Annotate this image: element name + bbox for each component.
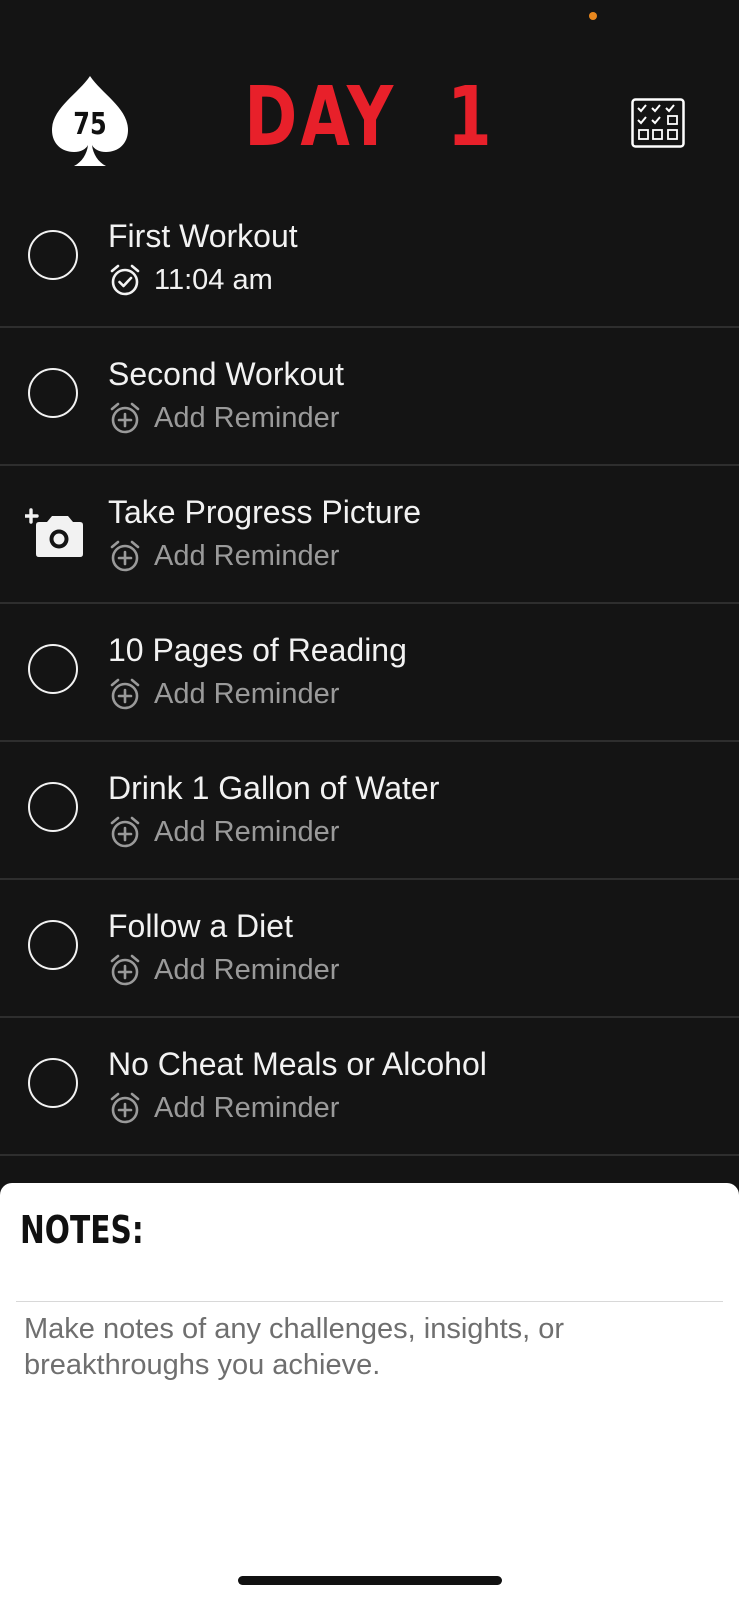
task-checkbox[interactable]: [28, 368, 78, 418]
day-title: DAY 1: [244, 70, 495, 165]
task-row-first-workout[interactable]: First Workout 11:04 am: [0, 190, 739, 328]
task-title: Follow a Diet: [108, 908, 293, 944]
add-reminder-button[interactable]: Add Reminder: [108, 398, 339, 438]
notes-input[interactable]: [24, 1311, 704, 1531]
add-reminder-label: Add Reminder: [154, 678, 340, 710]
status-indicator-dot: [589, 12, 597, 20]
header: 75 DAY 1: [0, 60, 739, 190]
task-row-progress-picture[interactable]: Take Progress Picture Add Reminder: [0, 466, 739, 604]
task-row-water[interactable]: Drink 1 Gallon of Water Add Reminder: [0, 742, 739, 880]
task-checkbox[interactable]: [28, 230, 78, 280]
add-reminder-label: Add Reminder: [154, 402, 340, 434]
add-reminder-label: Add Reminder: [154, 816, 340, 848]
add-reminder-button[interactable]: Add Reminder: [108, 674, 339, 714]
add-reminder-button[interactable]: Add Reminder: [108, 536, 339, 576]
add-reminder-button[interactable]: Add Reminder: [108, 812, 339, 852]
alarm-add-icon: [110, 678, 140, 710]
notes-title: NOTES:: [20, 1208, 144, 1252]
task-reminder[interactable]: 11:04 am: [108, 260, 273, 300]
task-title: 10 Pages of Reading: [108, 632, 407, 668]
task-title: No Cheat Meals or Alcohol: [108, 1046, 487, 1082]
task-title: Second Workout: [108, 356, 344, 392]
alarm-add-icon: [110, 954, 140, 986]
alarm-add-icon: [110, 540, 140, 572]
add-reminder-button[interactable]: Add Reminder: [108, 950, 339, 990]
task-checkbox[interactable]: [28, 920, 78, 970]
add-reminder-label: Add Reminder: [154, 540, 340, 572]
task-checkbox[interactable]: [28, 782, 78, 832]
add-reminder-label: Add Reminder: [154, 1092, 340, 1124]
task-checkbox[interactable]: [28, 644, 78, 694]
calendar-checklist-icon[interactable]: [631, 98, 685, 148]
alarm-add-icon: [110, 816, 140, 848]
task-title: Take Progress Picture: [108, 494, 422, 530]
app-screen: 75 DAY 1 First Workout 11:04 am Second W…: [0, 0, 739, 1600]
home-indicator[interactable]: [238, 1576, 502, 1585]
notes-panel: NOTES:: [0, 1183, 739, 1600]
task-row-second-workout[interactable]: Second Workout Add Reminder: [0, 328, 739, 466]
task-title: Drink 1 Gallon of Water: [108, 770, 440, 806]
alarm-check-icon: [110, 264, 140, 296]
add-reminder-button[interactable]: Add Reminder: [108, 1088, 339, 1128]
task-row-no-cheat-meals[interactable]: No Cheat Meals or Alcohol Add Reminder: [0, 1018, 739, 1156]
notes-divider: [16, 1301, 723, 1302]
task-checkbox[interactable]: [28, 1058, 78, 1108]
task-list: First Workout 11:04 am Second Workout Ad…: [0, 190, 739, 1156]
task-title: First Workout: [108, 218, 298, 254]
reminder-time: 11:04 am: [154, 264, 273, 296]
task-row-reading[interactable]: 10 Pages of Reading Add Reminder: [0, 604, 739, 742]
add-photo-camera-icon[interactable]: [25, 508, 85, 560]
alarm-add-icon: [110, 402, 140, 434]
alarm-add-icon: [110, 1092, 140, 1124]
add-reminder-label: Add Reminder: [154, 954, 340, 986]
task-row-diet[interactable]: Follow a Diet Add Reminder: [0, 880, 739, 1018]
